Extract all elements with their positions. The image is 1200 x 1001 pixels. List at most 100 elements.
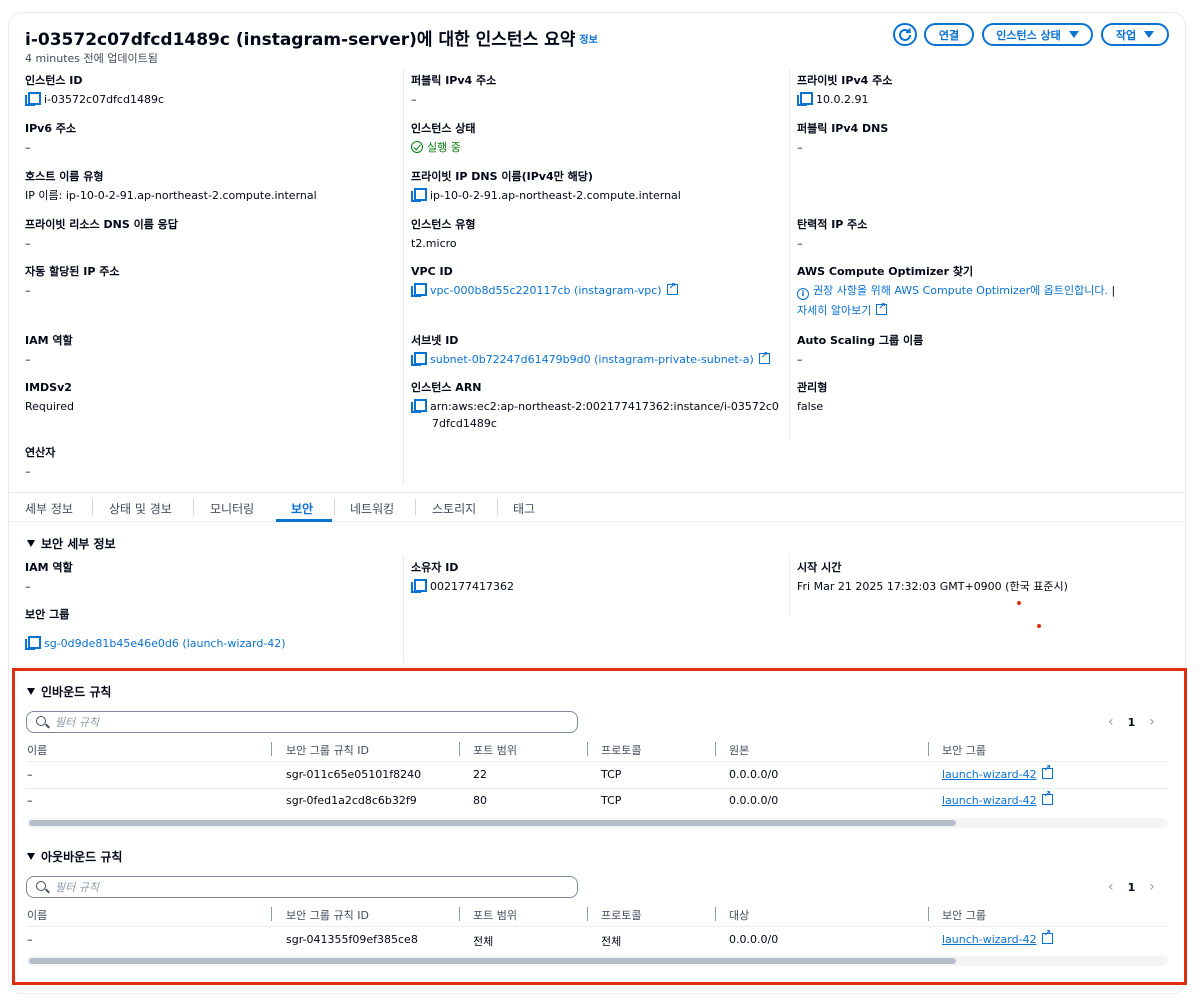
column-header-port-range[interactable]: 포트 범위 xyxy=(473,742,517,758)
page-number[interactable]: 1 xyxy=(1128,716,1136,729)
tab-details[interactable]: 세부 정보 xyxy=(25,500,73,517)
column-header-rule-id[interactable]: 보안 그룹 규칙 ID xyxy=(286,907,369,923)
field-label: 소유자 ID xyxy=(411,561,459,574)
cell-protocol: 전체 xyxy=(601,935,622,948)
column-header-security-group[interactable]: 보안 그룹 xyxy=(942,907,986,923)
column-header-port-range[interactable]: 포트 범위 xyxy=(473,907,517,923)
outbound-filter-placeholder: 필터 규칙 xyxy=(55,881,99,894)
horizontal-scrollbar[interactable] xyxy=(27,818,1168,828)
column-resizer[interactable] xyxy=(715,907,716,921)
column-resizer[interactable] xyxy=(928,742,929,756)
column-header-protocol[interactable]: 프로토콜 xyxy=(601,742,641,758)
copy-icon[interactable] xyxy=(797,92,813,106)
tab-storage[interactable]: 스토리지 xyxy=(432,500,476,517)
copy-icon[interactable] xyxy=(411,399,427,413)
vpc-id-link[interactable]: vpc-000b8d55c220117cb (instagram-vpc) xyxy=(430,284,662,297)
cell-source: 0.0.0.0/0 xyxy=(729,794,779,807)
copy-icon[interactable] xyxy=(411,283,427,297)
cell-security-group-link[interactable]: launch-wizard-42 xyxy=(942,929,1053,946)
column-header-rule-id[interactable]: 보안 그룹 규칙 ID xyxy=(286,742,369,758)
field-label: Auto Scaling 그룹 이름 xyxy=(797,334,924,347)
page-number[interactable]: 1 xyxy=(1128,881,1136,894)
instance-state-button[interactable]: 인스턴스 상태 xyxy=(982,23,1093,46)
actions-button[interactable]: 작업 xyxy=(1101,23,1169,46)
chevron-left-icon[interactable]: ‹ xyxy=(1108,714,1114,730)
external-link-icon[interactable] xyxy=(666,280,678,295)
column-resizer[interactable] xyxy=(271,907,272,921)
column-resizer[interactable] xyxy=(459,742,460,756)
column-header-source[interactable]: 원본 xyxy=(729,742,749,758)
info-icon: i xyxy=(797,288,809,300)
tab-security[interactable]: 보안 xyxy=(291,500,313,517)
column-resizer[interactable] xyxy=(587,907,588,921)
security-group-link[interactable]: sg-0d9de81b45e46e0d6 (launch-wizard-42) xyxy=(44,637,286,650)
field-instance-arn: 인스턴스 ARN arn:aws:ec2:ap-northeast-2:0021… xyxy=(411,381,779,431)
cell-source: 0.0.0.0/0 xyxy=(729,768,779,781)
chevron-right-icon[interactable]: › xyxy=(1149,714,1155,730)
caret-down-icon xyxy=(1068,31,1079,38)
chevron-left-icon[interactable]: ‹ xyxy=(1108,879,1114,895)
column-resizer[interactable] xyxy=(928,907,929,921)
field-auto-ip: 자동 할당된 IP 주소 – xyxy=(25,265,119,298)
external-link-icon[interactable] xyxy=(876,300,888,315)
chevron-right-icon[interactable]: › xyxy=(1149,879,1155,895)
security-group-link-text: launch-wizard-42 xyxy=(942,768,1037,781)
page-title: i-03572c07dfcd1489c (instagram-server)에 … xyxy=(25,25,598,50)
elastic-ip-value: – xyxy=(797,237,803,250)
column-resizer[interactable] xyxy=(271,742,272,756)
copy-icon[interactable] xyxy=(411,352,427,366)
tab-monitoring[interactable]: 모니터링 xyxy=(210,500,254,517)
security-details-header[interactable]: 보안 세부 정보 xyxy=(27,535,116,552)
outbound-filter-input[interactable]: 필터 규칙 xyxy=(26,876,578,898)
field-label: AWS Compute Optimizer 찾기 xyxy=(797,265,974,278)
external-link-icon[interactable] xyxy=(1041,764,1053,779)
optimizer-optin-link[interactable]: 권장 사항을 위해 AWS Compute Optimizer에 옵트인합니다. xyxy=(813,284,1108,297)
tab-networking[interactable]: 네트워킹 xyxy=(350,500,394,517)
tab-status-alarms[interactable]: 상태 및 경보 xyxy=(109,500,172,517)
instance-arn-value-cont: 7dfcd1489c xyxy=(432,417,497,430)
public-dns-value: – xyxy=(797,141,803,154)
column-header-destination[interactable]: 대상 xyxy=(729,907,749,923)
cell-port-range: 22 xyxy=(473,768,487,781)
inbound-filter-input[interactable]: 필터 규칙 xyxy=(26,711,578,733)
external-link-icon[interactable] xyxy=(1041,790,1053,805)
field-security-groups: 보안 그룹 sg-0d9de81b45e46e0d6 (launch-wizar… xyxy=(25,608,286,651)
column-header-protocol[interactable]: 프로토콜 xyxy=(601,907,641,923)
field-label: 프라이빗 IP DNS 이름(IPv4만 해당) xyxy=(411,170,593,183)
column-header-security-group[interactable]: 보안 그룹 xyxy=(942,742,986,758)
external-link-icon[interactable] xyxy=(1041,929,1053,944)
column-divider xyxy=(789,68,790,438)
copy-icon[interactable] xyxy=(25,92,41,106)
learn-more-link[interactable]: 자세히 알아보기 xyxy=(797,304,871,317)
tab-separator xyxy=(415,499,416,515)
scrollbar-thumb[interactable] xyxy=(29,958,956,964)
inbound-rules-header[interactable]: 인바운드 규칙 xyxy=(27,683,111,700)
cell-security-group-link[interactable]: launch-wizard-42 xyxy=(942,790,1053,807)
refresh-button[interactable] xyxy=(893,23,917,46)
copy-icon[interactable] xyxy=(25,636,41,650)
external-link-icon[interactable] xyxy=(758,349,770,364)
copy-icon[interactable] xyxy=(411,188,427,202)
subnet-id-link[interactable]: subnet-0b72247d61479b9d0 (instagram-priv… xyxy=(430,353,754,366)
outbound-rules-header[interactable]: 아웃바운드 규칙 xyxy=(27,848,122,865)
tab-separator xyxy=(92,499,93,515)
info-link[interactable]: 정보 xyxy=(579,35,597,46)
copy-icon[interactable] xyxy=(411,579,427,593)
column-header-name[interactable]: 이름 xyxy=(27,907,47,923)
page-title-text: i-03572c07dfcd1489c (instagram-server)에 … xyxy=(25,30,576,50)
tab-separator xyxy=(497,499,498,515)
field-label: VPC ID xyxy=(411,265,453,278)
last-updated-text: 4 minutes 전에 업데이트됨 xyxy=(25,52,158,65)
actions-button-label: 작업 xyxy=(1115,28,1137,42)
scrollbar-thumb[interactable] xyxy=(29,820,956,826)
column-resizer[interactable] xyxy=(715,742,716,756)
connect-button[interactable]: 연결 xyxy=(924,23,974,46)
cell-security-group-link[interactable]: launch-wizard-42 xyxy=(942,764,1053,781)
column-header-name[interactable]: 이름 xyxy=(27,742,47,758)
column-resizer[interactable] xyxy=(587,742,588,756)
column-resizer[interactable] xyxy=(459,907,460,921)
tab-tags[interactable]: 태그 xyxy=(513,500,535,517)
refresh-icon xyxy=(899,28,911,41)
horizontal-scrollbar[interactable] xyxy=(27,956,1168,966)
field-label: IPv6 주소 xyxy=(25,122,77,135)
